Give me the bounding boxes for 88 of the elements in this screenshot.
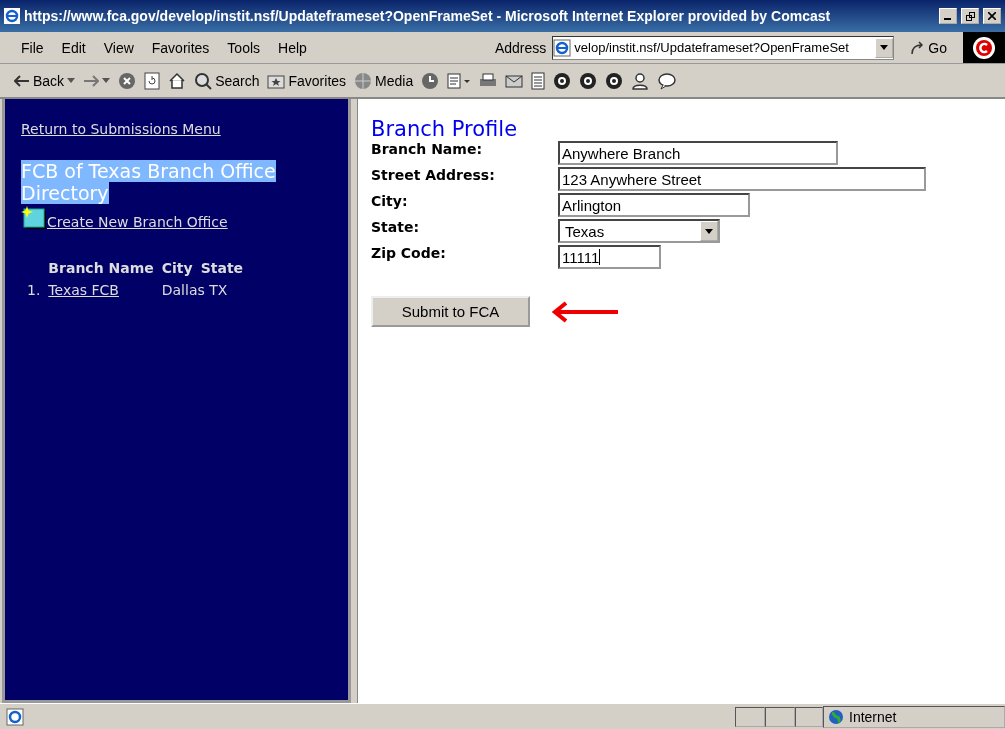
- input-field[interactable]: Anywhere Branch: [558, 141, 838, 165]
- caret-icon: [880, 45, 889, 50]
- form-title: Branch Profile: [371, 117, 519, 141]
- speech-bubble-icon: [657, 71, 678, 90]
- menu-item[interactable]: Edit: [52, 39, 95, 56]
- row-number: 1.: [26, 281, 42, 300]
- page-icon: [6, 707, 24, 726]
- home-toolbar-button[interactable]: [168, 71, 187, 90]
- star-folder-icon: [267, 72, 286, 89]
- edit-toolbar-button[interactable]: [447, 71, 472, 90]
- field-label: Branch Name:: [371, 141, 483, 159]
- history-clock-icon: [421, 71, 440, 90]
- field-label: Zip Code:: [371, 245, 447, 263]
- dropdown-button[interactable]: [875, 37, 894, 58]
- circle-toolbar-button[interactable]: [553, 71, 572, 90]
- menu-item[interactable]: Tools: [218, 39, 270, 56]
- print-toolbar-button[interactable]: [479, 72, 498, 89]
- caret-icon: [102, 78, 111, 83]
- disc-icon: [605, 71, 624, 90]
- page-icon: [553, 38, 572, 57]
- stop-icon: [118, 71, 137, 90]
- back-toolbar-button[interactable]: Back: [14, 72, 76, 89]
- mail-toolbar-button[interactable]: [505, 72, 524, 89]
- status-pane: [735, 706, 765, 727]
- menu-item[interactable]: File: [12, 39, 53, 56]
- pointer-arrow-icon: [552, 300, 620, 323]
- circle-toolbar-button[interactable]: [579, 71, 598, 90]
- refresh-icon: [144, 71, 161, 90]
- field-label: Street Address:: [371, 167, 496, 185]
- zone-indicator: Internet: [823, 705, 1005, 728]
- restore-icon: [965, 11, 975, 21]
- browser-logo-icon: [4, 8, 20, 24]
- input-field[interactable]: 123 Anywhere Street: [558, 167, 926, 191]
- new-document-icon: [21, 206, 47, 230]
- input-field[interactable]: Arlington: [558, 193, 750, 217]
- document-icon: [531, 71, 546, 90]
- disc-icon: [553, 71, 572, 90]
- mail-edit-icon: [505, 72, 524, 89]
- media-toolbar-button[interactable]: Media: [354, 71, 414, 90]
- return-link[interactable]: Return to Submissions Menu: [21, 121, 221, 137]
- column-header: City: [160, 259, 194, 278]
- printer-icon: [479, 72, 498, 89]
- brand-logo-icon: [972, 35, 996, 60]
- close-icon: [988, 12, 996, 20]
- doc-toolbar-button[interactable]: [531, 71, 546, 90]
- search-icon: [194, 71, 213, 90]
- address-field[interactable]: velop/instit.nsf/Updateframeset?OpenFrameSet: [552, 35, 895, 60]
- person-toolbar-button[interactable]: [631, 71, 650, 90]
- back-arrow-icon: [14, 74, 30, 87]
- forward-toolbar-button[interactable]: [83, 74, 111, 87]
- history-toolbar-button[interactable]: [421, 71, 440, 90]
- home-icon: [168, 71, 187, 90]
- column-header: State: [199, 259, 245, 278]
- bubble-toolbar-button[interactable]: [657, 71, 678, 90]
- menu-item[interactable]: Help: [269, 39, 316, 56]
- caret-icon: [67, 78, 76, 83]
- branch-link[interactable]: Texas FCB: [48, 282, 119, 298]
- status-pane: [795, 706, 823, 727]
- disc-icon: [579, 71, 598, 90]
- caret-icon: [705, 228, 713, 234]
- restore-button[interactable]: [961, 8, 979, 24]
- field-label: City:: [371, 193, 409, 211]
- minimize-button[interactable]: [939, 8, 957, 24]
- circle-toolbar-button[interactable]: [605, 71, 624, 90]
- refresh-toolbar-button[interactable]: [144, 71, 161, 90]
- forward-arrow-icon: [83, 74, 100, 87]
- favorites-toolbar-button[interactable]: Favorites: [267, 72, 347, 89]
- menu-item[interactable]: View: [94, 39, 143, 56]
- location-cell-text: Dallas TX: [160, 281, 229, 300]
- person-icon: [631, 71, 650, 90]
- search-toolbar-button[interactable]: Search: [194, 71, 260, 90]
- media-globe-icon: [354, 71, 373, 90]
- globe-icon: [828, 708, 844, 725]
- submit-button[interactable]: Submit to FCA: [371, 296, 530, 327]
- column-header: Branch Name: [47, 259, 155, 278]
- menu-item[interactable]: Favorites: [142, 39, 219, 56]
- close-button[interactable]: [983, 8, 1001, 24]
- stop-toolbar-button[interactable]: [118, 71, 137, 90]
- directory-heading: FCB of Texas Branch Office Directory: [21, 160, 277, 204]
- address-label: Address: [494, 39, 547, 56]
- field-label: State:: [371, 219, 420, 237]
- input-field[interactable]: 11111: [558, 245, 661, 269]
- status-pane: [765, 706, 795, 727]
- create-branch-link[interactable]: Create New Branch Office: [47, 214, 228, 230]
- go-button[interactable]: Go: [900, 39, 957, 56]
- state-dropdown[interactable]: Texas: [558, 219, 720, 243]
- edit-page-icon: [447, 71, 472, 90]
- window-title: https://www.fca.gov/develop/instit.nsf/Updateframeset?OpenFrameSet - Microsoft Internet Explorer provided by Comcast: [24, 8, 832, 24]
